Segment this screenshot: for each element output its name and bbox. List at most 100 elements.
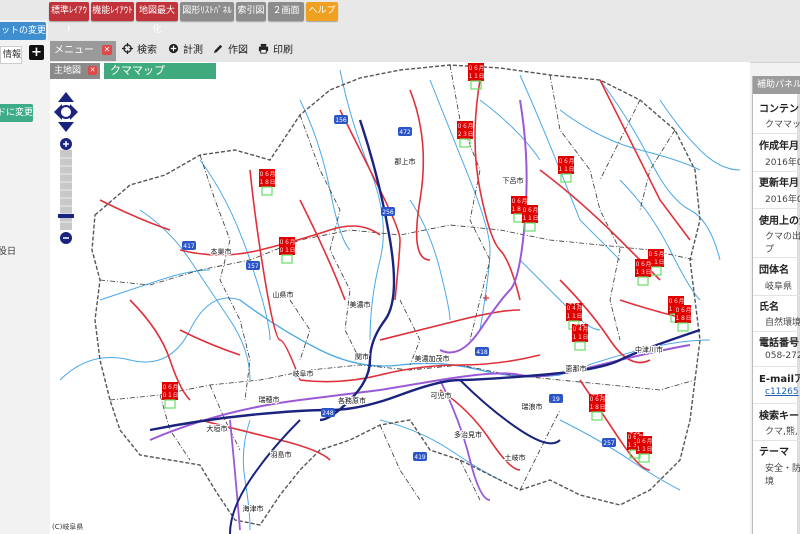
marker-day: １３日 — [635, 269, 652, 276]
print-menu-item[interactable]: 印刷 — [258, 43, 293, 59]
map-canvas[interactable]: 156 472 256 417 157 418 248 419 19 257 郡上市下呂市本巣市山… — [50, 62, 750, 534]
preset-change-button[interactable]: ットの変更 — [0, 22, 46, 40]
marker-number: 452 — [629, 429, 641, 436]
maximize-map-button[interactable]: 地図最大化 — [136, 2, 178, 35]
route-number: 417 — [183, 243, 195, 250]
route-number: 19 — [552, 396, 560, 403]
route-number: 472 — [399, 129, 411, 136]
marker-number: 441 — [568, 300, 580, 307]
help-button[interactable]: ヘルプ — [306, 2, 338, 21]
marker-month: ０６月 — [457, 123, 474, 130]
marker-month: ０５月 — [648, 251, 665, 258]
map-copyright: (C)岐阜県 — [52, 523, 84, 531]
marker-day: １１日 — [572, 334, 589, 341]
bear-sighting-marker[interactable]: ０６月２３日 — [457, 121, 474, 148]
standard-layout-button[interactable]: 標準ﾚｲｱｳﾄ — [49, 2, 89, 35]
bear-icon — [650, 266, 662, 276]
tab-main-map[interactable]: 主地図 ✕ — [50, 63, 100, 79]
bear-icon — [637, 276, 649, 286]
city-label: 各務原市 — [338, 396, 366, 405]
zoom-slider-handle[interactable] — [58, 214, 74, 218]
city-label: 瑞浪市 — [522, 402, 543, 411]
bear-icon — [591, 411, 603, 421]
city-label: 海津市 — [243, 504, 264, 513]
field-value-updated: 2016年0 — [765, 195, 800, 205]
center-cross-icon — [483, 295, 489, 301]
bear-sighting-marker[interactable]: ０６月１１日 — [558, 156, 575, 183]
city-label: 岐阜市 — [293, 369, 314, 378]
field-value-name: 自然環境 — [765, 318, 800, 328]
field-label-created: 作成年月日 — [759, 141, 800, 152]
city-label: 多治見市 — [454, 430, 482, 439]
field-label-usage-notes: 使用上の注 — [759, 216, 800, 227]
bear-icon — [574, 341, 586, 351]
bear-sighting-marker[interactable]: ０６月０１日 — [162, 382, 179, 409]
left-panel-text: 役日 — [0, 247, 16, 257]
printer-icon — [258, 43, 269, 54]
field-value-usage-notes: クマの出 — [765, 232, 800, 242]
marker-day: １１日 — [522, 215, 539, 222]
marker-month: ０６月 — [162, 384, 179, 391]
bear-icon — [164, 399, 176, 409]
bear-sighting-marker[interactable]: ０６月１８日 — [675, 305, 692, 332]
search-menu-item[interactable]: 検索 — [122, 43, 157, 59]
left-panel: ットの変更 情報 + ドに変更 役日 — [0, 20, 48, 534]
marker-day: １８日 — [675, 315, 692, 322]
pan-arrows-icon[interactable] — [54, 92, 78, 132]
marker-month: ０６月 — [675, 307, 692, 314]
add-tab-button[interactable]: + — [29, 45, 44, 60]
marker-month: ０６月 — [522, 207, 539, 214]
info-tab[interactable]: 情報 — [0, 46, 22, 64]
marker-month: ０６月 — [511, 198, 528, 205]
field-value-keywords: クマ,熊, — [765, 427, 798, 437]
shape-list-panel-button[interactable]: 図形ﾘｽﾄﾊﾟﾈﾙ — [180, 2, 234, 21]
route-number: 157 — [247, 263, 259, 270]
mode-change-button[interactable]: ドに変更 — [0, 104, 33, 122]
city-label: 美濃市 — [350, 300, 371, 309]
index-map-button[interactable]: 索引図 — [236, 2, 266, 21]
map-navigation-control[interactable] — [54, 92, 78, 252]
tab-bear-map[interactable]: クママップ — [104, 63, 216, 79]
field-value-organization: 岐阜県 — [765, 282, 793, 292]
field-label-theme: テーマ — [759, 447, 789, 458]
marker-day: １８日 — [589, 404, 606, 411]
measure-menu-item[interactable]: 計測 — [168, 43, 203, 59]
bear-sighting-marker[interactable]: ０６月１３日 — [635, 259, 652, 286]
route-number: 256 — [382, 209, 394, 216]
field-label-updated: 更新年月日 — [759, 178, 800, 189]
city-label: 郡上市 — [395, 157, 416, 166]
bear-sighting-marker[interactable]: ０６月０１日 — [279, 237, 296, 264]
marker-day: １１日 — [566, 313, 583, 320]
field-value-created: 2016年0 — [765, 158, 800, 168]
bear-icon — [281, 254, 293, 264]
top-toolbar: 標準ﾚｲｱｳﾄ 機能ﾚｲｱｳﾄ 地図最大化 図形ﾘｽﾄﾊﾟﾈﾙ 索引図 ２画面 … — [0, 0, 800, 40]
city-label: 可児市 — [431, 391, 452, 400]
close-icon[interactable]: ✕ — [88, 66, 97, 75]
main-map-label: 主地図 — [54, 66, 82, 76]
function-layout-button[interactable]: 機能ﾚｲｱｳﾄ — [91, 2, 134, 21]
measure-menu-label: 計測 — [183, 45, 203, 56]
marker-month: ０６月 — [635, 261, 652, 268]
map-tabs: 主地図 ✕ クママップ — [50, 63, 800, 79]
crosshair-icon — [122, 43, 133, 54]
city-label: 本巣市 — [211, 247, 232, 256]
bear-icon — [524, 222, 536, 232]
aux-panel-header: 補助パネル — [753, 76, 800, 94]
field-value-email-link[interactable]: c11265 — [765, 387, 799, 397]
marker-day: １１日 — [558, 166, 575, 173]
menu-tab[interactable]: メニュー ✕ — [50, 41, 116, 61]
marker-day: ０１日 — [162, 392, 179, 399]
city-label: 下呂市 — [503, 176, 524, 185]
marker-day: ２３日 — [457, 131, 474, 138]
menu-bar: メニュー ✕ 検索 計測 作図 印刷 — [50, 40, 800, 63]
bear-sighting-marker[interactable]: ０６月１８日 — [259, 169, 276, 196]
close-icon[interactable]: ✕ — [102, 45, 112, 55]
marker-month: ０６月 — [259, 171, 276, 178]
marker-month: ０６月 — [558, 158, 575, 165]
field-value-theme-cont: 境 — [765, 477, 775, 487]
map-area[interactable]: 156 472 256 417 157 418 248 419 19 257 郡上市 下呂市 本巣市山… — [50, 62, 750, 534]
draw-menu-item[interactable]: 作図 — [213, 43, 248, 59]
marker-number: 442 — [574, 321, 586, 328]
dual-screen-button[interactable]: ２画面 — [268, 2, 304, 21]
cities-layer: 郡上市下呂市本巣市山県市美濃市関市 美濃加茂市岐阜市瑞穂市 各務原市 可児市 恵那市 中津… — [206, 156, 665, 514]
